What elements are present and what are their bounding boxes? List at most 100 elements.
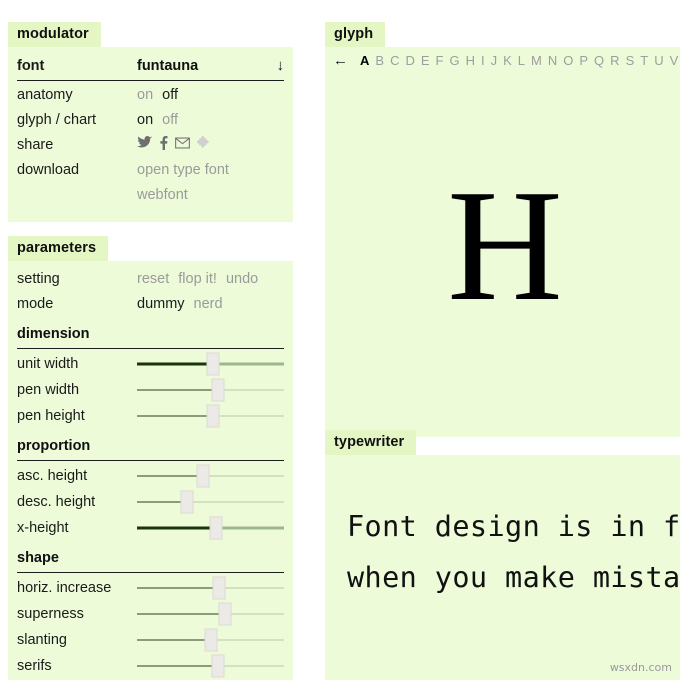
- slider-track-inactive: [217, 665, 284, 667]
- section-title-shape: shape: [17, 550, 59, 566]
- alphabet-letter-j[interactable]: J: [490, 53, 499, 68]
- slider-label-superness: superness: [17, 606, 84, 622]
- alphabet-letter-p[interactable]: P: [578, 53, 589, 68]
- slider-track-active: [137, 501, 187, 503]
- alphabet-letter-o[interactable]: O: [562, 53, 574, 68]
- slider-label-unit-width: unit width: [17, 356, 79, 372]
- alphabet-letter-r[interactable]: R: [609, 53, 620, 68]
- slider-knob[interactable]: [218, 602, 232, 626]
- glyph-tab[interactable]: glyph: [325, 22, 386, 47]
- slider-slanting[interactable]: [137, 627, 284, 653]
- mode-options: dummy nerd: [137, 292, 284, 317]
- alphabet-letter-n[interactable]: N: [547, 53, 558, 68]
- facebook-icon[interactable]: [159, 135, 168, 150]
- slider-knob[interactable]: [209, 516, 223, 540]
- arrow-left-icon[interactable]: ←: [333, 52, 348, 69]
- glyph-chart-option-on[interactable]: on: [137, 108, 153, 133]
- slider-x-height[interactable]: [137, 515, 284, 541]
- row-mode: mode dummy nerd: [17, 292, 284, 317]
- alphabet-letter-l[interactable]: L: [517, 53, 526, 68]
- typewriter-panel: typewriter Font design is in fact when y…: [325, 430, 680, 680]
- mode-option-dummy[interactable]: dummy: [137, 292, 185, 317]
- alphabet-letter-f[interactable]: F: [435, 53, 445, 68]
- slider-row-slanting: slanting: [17, 627, 284, 653]
- slider-track-active: [137, 587, 220, 589]
- download-option-webfont[interactable]: webfont: [137, 183, 229, 208]
- arrow-down-icon[interactable]: ↓: [277, 53, 285, 78]
- slider-knob[interactable]: [206, 352, 220, 376]
- mode-option-nerd[interactable]: nerd: [194, 292, 223, 317]
- slider-label-serifs: serifs: [17, 658, 52, 674]
- download-option-otf[interactable]: open type font: [137, 158, 229, 183]
- alphabet-letter-g[interactable]: G: [448, 53, 460, 68]
- email-icon[interactable]: [175, 137, 190, 149]
- divider: [17, 572, 284, 573]
- alphabet-letter-e[interactable]: E: [420, 53, 431, 68]
- parameters-tab[interactable]: parameters: [8, 236, 109, 261]
- setting-option-reset[interactable]: reset: [137, 267, 169, 292]
- slider-asc-height[interactable]: [137, 463, 284, 489]
- watermark: wsxdn.com: [609, 661, 672, 674]
- alphabet-letter-c[interactable]: C: [389, 53, 400, 68]
- slider-knob[interactable]: [196, 464, 210, 488]
- slider-desc-height[interactable]: [137, 489, 284, 515]
- slider-track-inactive: [217, 389, 284, 391]
- alphabet-letter-u[interactable]: U: [653, 53, 664, 68]
- slider-pen-width[interactable]: [137, 377, 284, 403]
- twitter-icon[interactable]: [137, 136, 152, 149]
- slider-knob[interactable]: [212, 576, 226, 600]
- slider-row-asc-height: asc. height: [17, 463, 284, 489]
- typewriter-line: Font design is in fact: [347, 510, 680, 543]
- alphabet-letter-s[interactable]: S: [625, 53, 636, 68]
- alphabet-letter-d[interactable]: D: [404, 53, 415, 68]
- row-download: download open type font webfont: [17, 158, 284, 208]
- glyph-chart-option-off[interactable]: off: [162, 108, 178, 133]
- slider-row-desc-height: desc. height: [17, 489, 284, 515]
- section-title-proportion: proportion: [17, 438, 91, 454]
- slider-pen-height[interactable]: [137, 403, 284, 429]
- glyph-preview-character: H: [447, 156, 563, 334]
- alphabet-letter-m[interactable]: M: [530, 53, 543, 68]
- slider-track-inactive: [210, 639, 284, 641]
- puzzle-icon[interactable]: [197, 135, 212, 150]
- alphabet-letter-k[interactable]: K: [502, 53, 513, 68]
- glyph-body: H ← A B C D E F G H I J K L M N O P Q R …: [325, 47, 680, 437]
- alphabet-letter-v[interactable]: V: [669, 53, 680, 68]
- typewriter-body[interactable]: Font design is in fact when you make mis…: [325, 455, 680, 680]
- alphabet-letter-h[interactable]: H: [465, 53, 476, 68]
- alphabet-letter-i[interactable]: I: [480, 53, 486, 68]
- anatomy-option-off[interactable]: off: [162, 83, 178, 108]
- slider-track-inactive: [186, 501, 284, 503]
- slider-knob[interactable]: [211, 654, 225, 678]
- alphabet-letter-b[interactable]: B: [374, 53, 385, 68]
- slider-track-inactive: [219, 587, 284, 589]
- slider-superness[interactable]: [137, 601, 284, 627]
- alphabet-letter-t[interactable]: T: [639, 53, 649, 68]
- font-name-value[interactable]: funtauna ↓: [137, 53, 284, 79]
- setting-option-undo[interactable]: undo: [226, 267, 258, 292]
- row-setting: setting reset flop it! undo: [17, 267, 284, 292]
- slider-knob[interactable]: [180, 490, 194, 514]
- slider-knob[interactable]: [204, 628, 217, 652]
- mode-label: mode: [17, 296, 54, 312]
- download-label: download: [17, 162, 80, 178]
- font-label: font: [17, 58, 45, 74]
- setting-option-flop-it[interactable]: flop it!: [178, 267, 217, 292]
- share-label: share: [17, 137, 54, 153]
- modulator-tab[interactable]: modulator: [8, 22, 101, 47]
- setting-options: reset flop it! undo: [137, 267, 284, 292]
- slider-horiz-increase[interactable]: [137, 575, 284, 601]
- slider-row-pen-height: pen height: [17, 403, 284, 429]
- divider: [17, 80, 284, 81]
- slider-knob[interactable]: [206, 404, 220, 428]
- slider-unit-width[interactable]: [137, 351, 284, 377]
- slider-track-active: [137, 613, 226, 615]
- anatomy-option-on[interactable]: on: [137, 83, 153, 108]
- alphabet-letter-q[interactable]: Q: [593, 53, 605, 68]
- divider: [17, 348, 284, 349]
- alphabet-letter-a[interactable]: A: [359, 53, 370, 68]
- slider-knob[interactable]: [211, 378, 225, 402]
- typewriter-tab[interactable]: typewriter: [325, 430, 417, 455]
- slider-track-inactive: [213, 362, 284, 366]
- slider-serifs[interactable]: [137, 653, 284, 679]
